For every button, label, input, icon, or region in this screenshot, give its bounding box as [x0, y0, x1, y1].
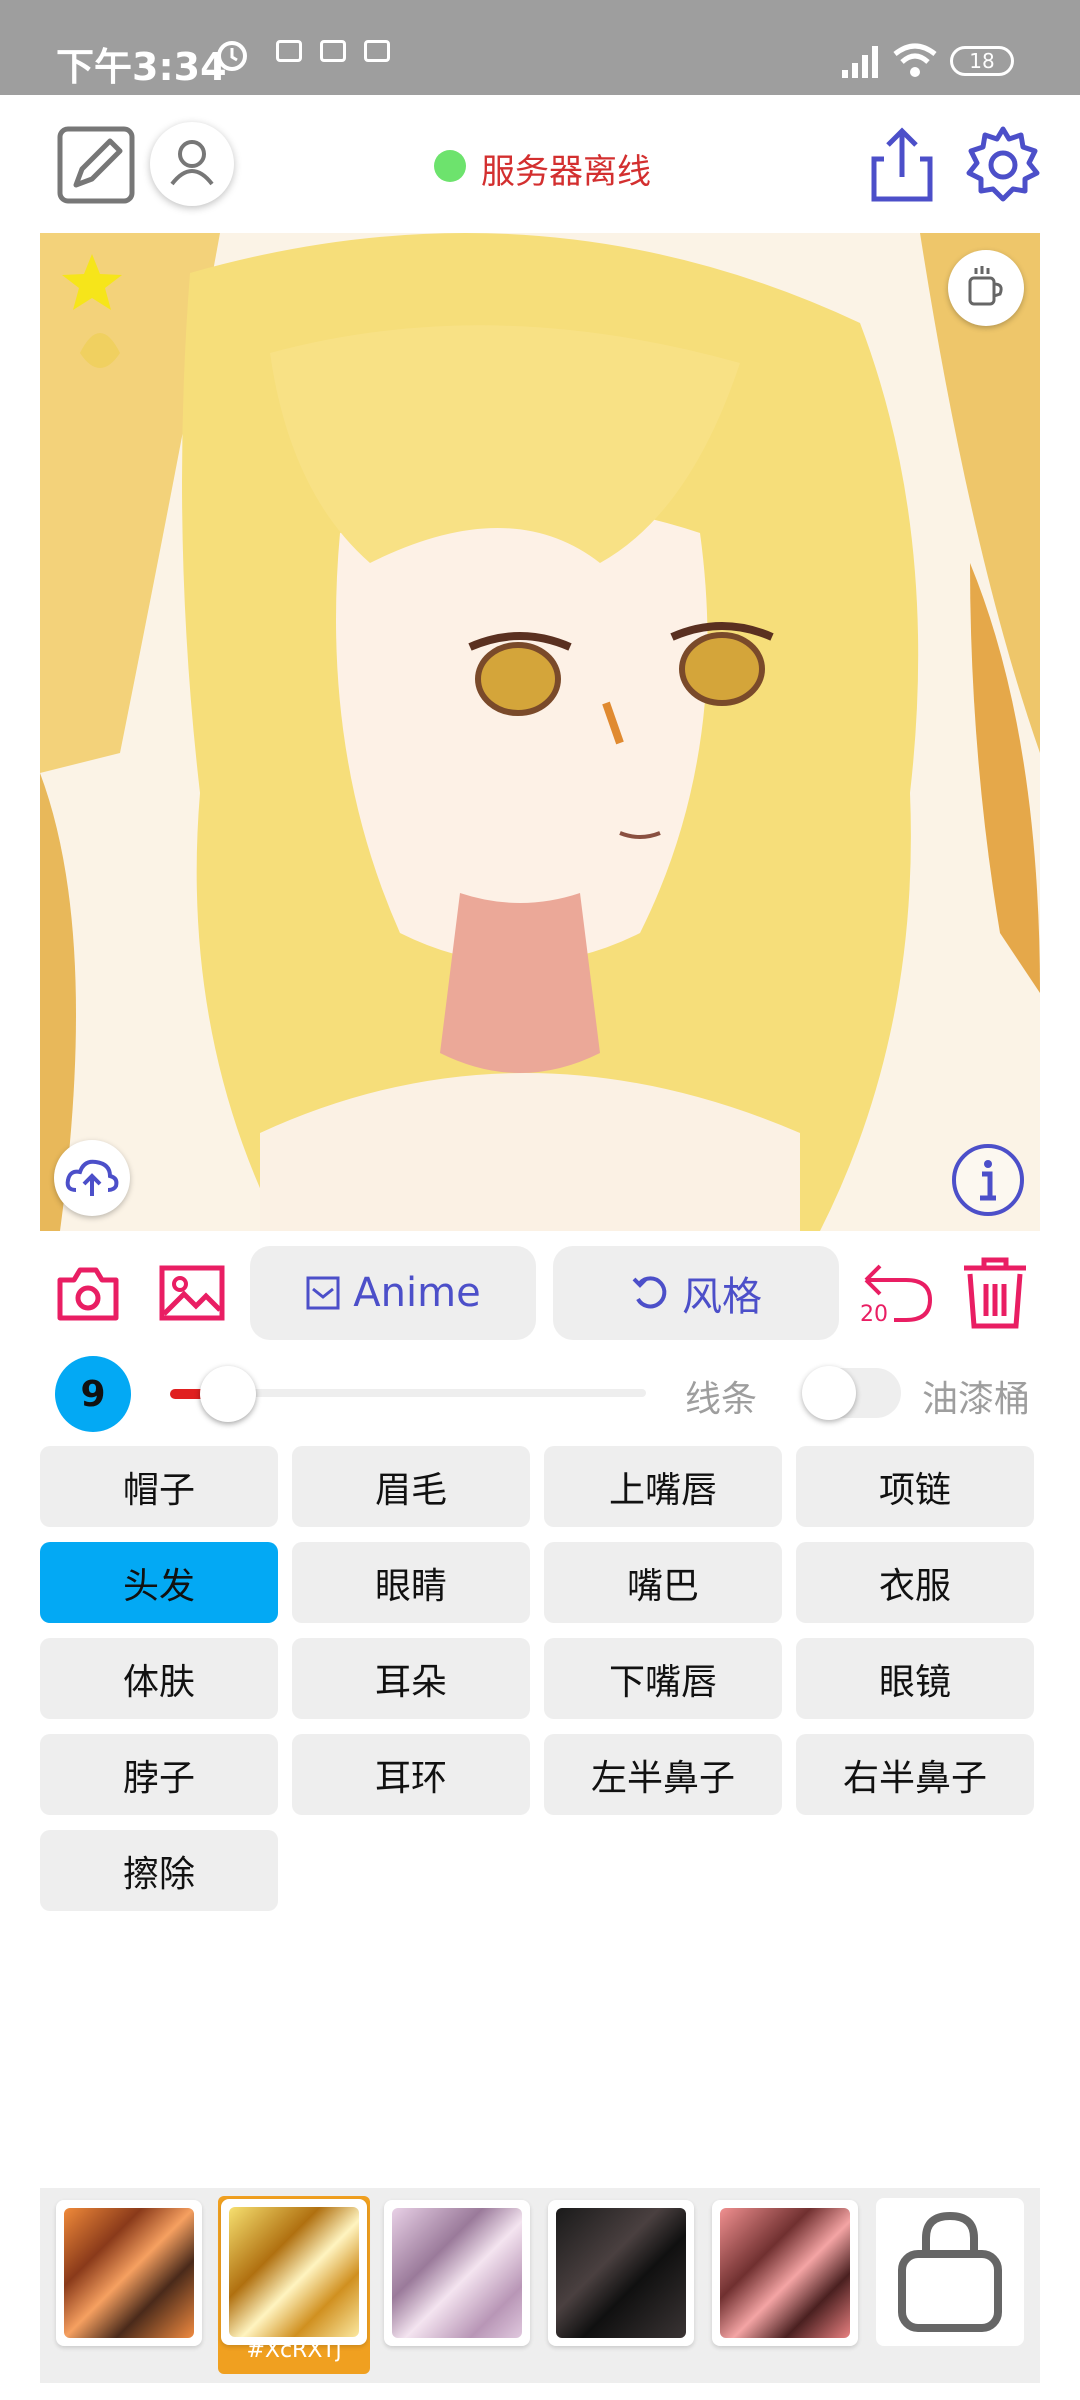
- user-profile-button[interactable]: [150, 122, 234, 206]
- server-status-text: 服务器离线: [481, 152, 651, 192]
- selected-style-code: #XcRXTj: [246, 2338, 342, 2363]
- face-part-button[interactable]: 体肤: [40, 1638, 278, 1719]
- style-swatch[interactable]: [548, 2200, 694, 2346]
- favorite-star-icon[interactable]: [60, 250, 124, 314]
- notification-icon: [276, 40, 302, 62]
- edit-icon[interactable]: [56, 125, 136, 205]
- checkbox-icon: [306, 1276, 340, 1310]
- face-part-button[interactable]: 右半鼻子: [796, 1734, 1034, 1815]
- camera-icon[interactable]: [56, 1262, 120, 1326]
- brush-size-indicator[interactable]: 9: [55, 1356, 131, 1432]
- face-part-button[interactable]: 脖子: [40, 1734, 278, 1815]
- donate-button[interactable]: [948, 250, 1024, 326]
- face-part-grid: 帽子 眉毛 上嘴唇 项链头发 眼睛 嘴巴 衣服体肤 耳朵 下嘴唇 眼镜脖子 耳环 左半鼻子 右半鼻子擦除: [40, 1446, 1040, 1911]
- face-part-button[interactable]: 下嘴唇: [544, 1638, 782, 1719]
- battery-indicator: 18: [950, 46, 1014, 76]
- face-part-button[interactable]: 耳环: [292, 1734, 530, 1815]
- face-part-button[interactable]: 项链: [796, 1446, 1034, 1527]
- brush-size-slider-thumb[interactable]: [200, 1366, 256, 1422]
- face-part-button[interactable]: 上嘴唇: [544, 1446, 782, 1527]
- face-part-button[interactable]: 衣服: [796, 1542, 1034, 1623]
- face-part-button[interactable]: 嘴巴: [544, 1542, 782, 1623]
- face-part-button[interactable]: 头发: [40, 1542, 278, 1623]
- paint-bucket-toggle-thumb[interactable]: [802, 1366, 856, 1420]
- upload-button[interactable]: [54, 1140, 130, 1216]
- undo-count: 20: [860, 1302, 888, 1327]
- face-part-button[interactable]: 左半鼻子: [544, 1734, 782, 1815]
- signal-icon: [842, 46, 878, 78]
- cloud-upload-icon: [65, 1159, 119, 1196]
- face-part-button[interactable]: 眼镜: [796, 1638, 1034, 1719]
- coffee-cup-icon: [968, 266, 1003, 306]
- gallery-image-icon[interactable]: [158, 1262, 226, 1326]
- style-swatch[interactable]: [221, 2199, 367, 2345]
- style-button[interactable]: 风格: [553, 1246, 839, 1340]
- notification-icon: [364, 40, 390, 62]
- face-part-button[interactable]: 帽子: [40, 1446, 278, 1527]
- anime-mode-button[interactable]: Anime: [250, 1246, 536, 1340]
- shopping-bag-icon: [898, 2211, 1002, 2332]
- alarm-icon: [217, 41, 247, 71]
- face-part-button[interactable]: 眼睛: [292, 1542, 530, 1623]
- info-icon[interactable]: [950, 1142, 1026, 1218]
- wifi-icon: [893, 43, 937, 77]
- face-part-button[interactable]: 眉毛: [292, 1446, 530, 1527]
- anime-portrait-image: [40, 233, 1040, 1231]
- anime-mode-label: Anime: [353, 1270, 481, 1316]
- face-part-button[interactable]: 擦除: [40, 1830, 278, 1911]
- trash-icon[interactable]: [960, 1256, 1030, 1330]
- style-swatch[interactable]: [56, 2200, 202, 2346]
- style-shop-button[interactable]: [876, 2198, 1024, 2346]
- style-label: 风格: [682, 1274, 762, 1320]
- settings-gear-icon[interactable]: [963, 125, 1043, 205]
- face-part-button[interactable]: 耳朵: [292, 1638, 530, 1719]
- server-status-dot: [434, 150, 466, 182]
- refresh-icon: [632, 1276, 667, 1309]
- status-time: 下午3:34: [56, 45, 227, 89]
- lines-mode-label[interactable]: 线条: [685, 1370, 757, 1422]
- notification-icon: [320, 40, 346, 62]
- share-icon[interactable]: [862, 125, 942, 205]
- drawing-canvas[interactable]: [40, 233, 1040, 1231]
- user-icon: [170, 140, 214, 186]
- style-swatch[interactable]: [712, 2200, 858, 2346]
- paint-bucket-label: 油漆桶: [922, 1379, 1031, 1420]
- style-swatch[interactable]: [384, 2200, 530, 2346]
